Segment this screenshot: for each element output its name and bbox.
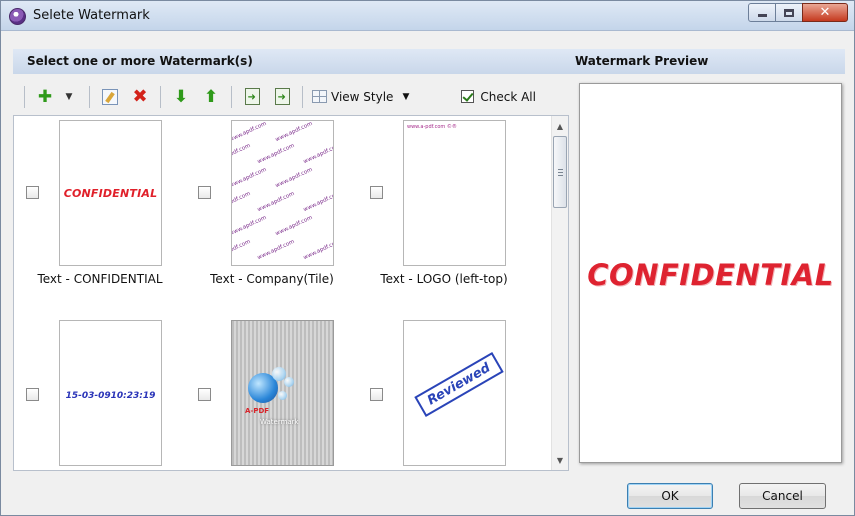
delete-button[interactable]: ✖ (129, 85, 151, 109)
maximize-button[interactable] (775, 3, 803, 22)
arrow-down-icon: ⬇ (173, 86, 189, 107)
view-grid-icon (312, 90, 327, 103)
title-bar[interactable]: Selete Watermark ✕ (1, 1, 854, 31)
preview-watermark-text: CONFIDENTIAL (587, 258, 834, 292)
watermark-thumbnail[interactable]: www.apdf.com www.apdf.com www.apdf.com w… (231, 120, 334, 266)
tile-text: www.apdf.com (231, 214, 268, 238)
tile-text: www.apdf.com (231, 142, 252, 166)
move-up-button[interactable]: ⬆ (200, 85, 222, 109)
item-checkbox[interactable] (198, 186, 211, 199)
tile-text: www.apdf.com (231, 190, 252, 214)
watermark-thumbnail[interactable]: 15-03-0910:23:19 (59, 320, 162, 466)
thumbnail-text: www.a-pdf.com ©® (407, 124, 457, 130)
thumbnail-subtext: Watermark (260, 418, 299, 426)
scrollbar-thumb[interactable] (553, 136, 567, 208)
watermark-item[interactable]: A-PDF Watermark (186, 316, 358, 470)
app-icon (9, 8, 26, 25)
watermark-thumbnail[interactable]: Reviewed (403, 320, 506, 466)
watermark-thumbnail[interactable]: www.a-pdf.com ©® (403, 120, 506, 266)
item-checkbox[interactable] (26, 388, 39, 401)
watermark-list-header: Select one or more Watermark(s) (13, 49, 569, 74)
edit-icon (102, 88, 118, 105)
thumbnail-text: CONFIDENTIAL (63, 187, 158, 200)
import-button[interactable]: ➜ (241, 85, 263, 109)
edit-button[interactable] (99, 85, 121, 109)
tile-text: www.apdf.com (274, 166, 314, 190)
item-checkbox[interactable] (198, 388, 211, 401)
watermark-item[interactable]: www.a-pdf.com ©® Text - LOGO (left-top) (358, 116, 530, 296)
scroll-up-icon[interactable]: ▲ (552, 118, 568, 134)
toolbar-separator (302, 85, 303, 108)
close-button[interactable]: ✕ (802, 3, 848, 22)
watermark-preview: CONFIDENTIAL (579, 83, 842, 463)
window-controls: ✕ (748, 3, 848, 22)
toolbar-separator (89, 85, 90, 108)
item-checkbox[interactable] (370, 388, 383, 401)
watermark-caption: Text - Company(Tile) (210, 272, 334, 286)
view-style-dropdown[interactable]: View Style ▼ (312, 90, 409, 104)
minimize-button[interactable] (748, 3, 776, 22)
import-icon: ➜ (244, 88, 260, 105)
scroll-down-icon[interactable]: ▼ (552, 452, 568, 468)
export-button[interactable]: ➜ (271, 85, 293, 109)
toolbar-separator (160, 85, 161, 108)
watermark-item[interactable]: Reviewed (358, 316, 530, 470)
watermark-grid: CONFIDENTIAL Text - CONFIDENTIAL www.apd… (13, 115, 569, 471)
watermark-thumbnail[interactable]: A-PDF Watermark (231, 320, 334, 466)
preview-header: Watermark Preview (569, 49, 845, 74)
close-icon: ✕ (819, 5, 831, 20)
tile-text: www.apdf.com (231, 166, 268, 190)
minimize-icon (757, 14, 767, 17)
chevron-down-icon: ▼ (65, 91, 73, 102)
add-dropdown-button[interactable]: ▼ (58, 85, 80, 109)
grip-icon (558, 169, 563, 177)
thumbnail-text: A-PDF (245, 407, 270, 415)
item-checkbox[interactable] (370, 186, 383, 199)
delete-icon: ✖ (132, 86, 148, 107)
bubble-icon (284, 377, 294, 387)
maximize-icon (784, 8, 794, 17)
cancel-button[interactable]: Cancel (739, 483, 826, 509)
watermark-caption: Text - CONFIDENTIAL (37, 272, 163, 286)
thumbnail-text: 15-03-0910:23:19 (65, 391, 156, 401)
ok-button[interactable]: OK (627, 483, 713, 509)
window-title: Selete Watermark (33, 8, 150, 23)
watermark-item[interactable]: 15-03-0910:23:19 (14, 316, 186, 470)
tile-text: www.apdf.com (302, 142, 334, 166)
tile-text: www.apdf.com (256, 238, 296, 262)
plus-icon: ✚ (37, 86, 53, 107)
tile-text: www.apdf.com (274, 120, 314, 144)
watermark-thumbnail[interactable]: CONFIDENTIAL (59, 120, 162, 266)
watermark-caption: Text - LOGO (left-top) (380, 272, 508, 286)
toolbar-separator (24, 85, 25, 108)
tile-text: www.apdf.com (274, 214, 314, 238)
toolbar-separator (231, 85, 232, 108)
tile-text: www.apdf.com (256, 142, 296, 166)
arrow-up-icon: ⬆ (203, 86, 219, 107)
tile-text: www.apdf.com (302, 190, 334, 214)
tile-text: www.apdf.com (302, 238, 334, 262)
watermark-item[interactable]: www.apdf.com www.apdf.com www.apdf.com w… (186, 116, 358, 296)
tile-text: www.apdf.com (256, 190, 296, 214)
checkbox-checked-icon (461, 90, 475, 103)
bubble-icon (278, 391, 287, 400)
watermark-dialog: Selete Watermark ✕ Select one or more Wa… (0, 0, 855, 516)
view-style-label: View Style (331, 89, 394, 104)
tile-text: www.apdf.com (231, 238, 252, 262)
toolbar: ✚ ▼ ✖ ⬇ ⬆ ➜ ➜ View Style ▼ Check All (13, 79, 569, 114)
check-all-checkbox[interactable]: Check All (461, 90, 536, 104)
check-all-label: Check All (480, 89, 536, 104)
chevron-down-icon: ▼ (402, 91, 410, 102)
reviewed-stamp: Reviewed (414, 352, 504, 417)
export-icon: ➜ (274, 88, 290, 105)
vertical-scrollbar[interactable]: ▲ ▼ (551, 116, 568, 470)
add-button[interactable]: ✚ (34, 85, 56, 109)
move-down-button[interactable]: ⬇ (170, 85, 192, 109)
item-checkbox[interactable] (26, 186, 39, 199)
watermark-item[interactable]: CONFIDENTIAL Text - CONFIDENTIAL (14, 116, 186, 296)
tile-text: www.apdf.com (231, 120, 268, 144)
